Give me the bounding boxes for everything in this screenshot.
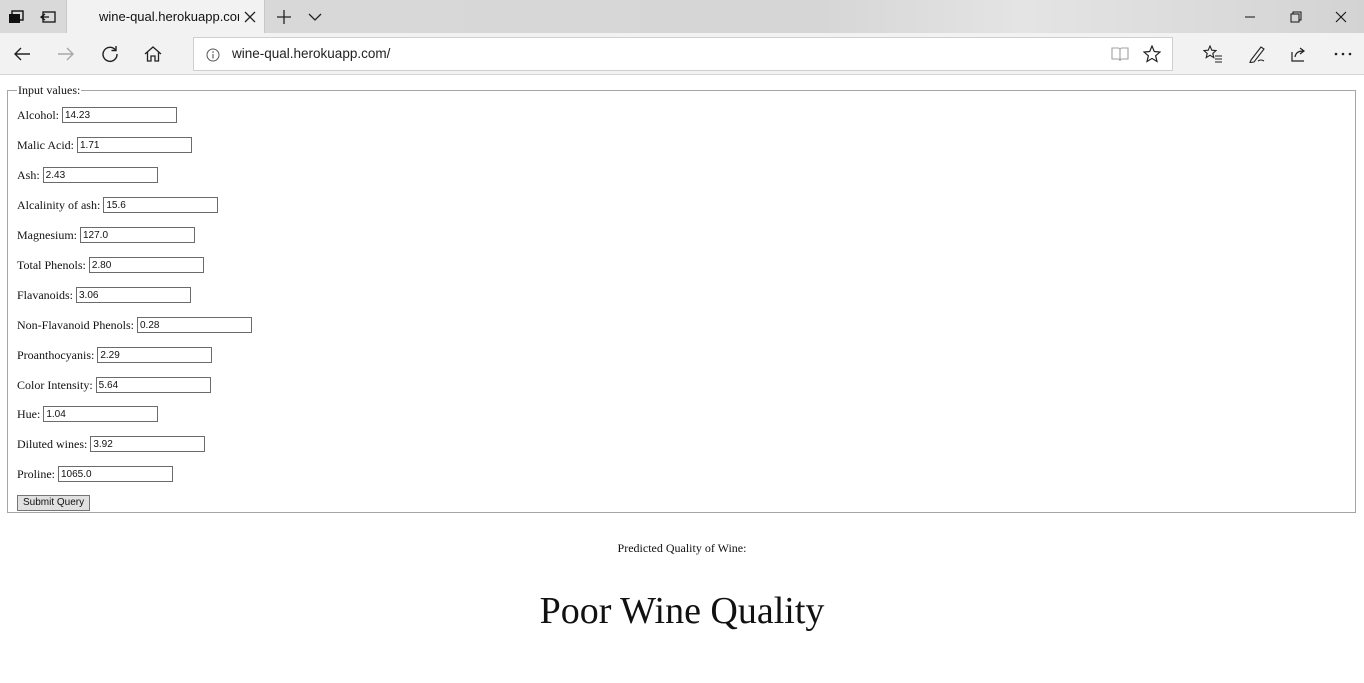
field-magnesium: Magnesium: [17, 227, 195, 243]
field-total-phenols: Total Phenols: [17, 257, 204, 273]
field-label: Magnesium: [17, 227, 77, 242]
set-tabs-aside-icon[interactable] [32, 0, 64, 33]
tab-title: wine-qual.herokuapp.com [99, 9, 239, 24]
field-label: Proline: [17, 466, 55, 481]
field-label: Total Phenols: [17, 257, 86, 272]
field-label: Malic Acid: [17, 137, 74, 152]
refresh-icon[interactable] [93, 37, 127, 71]
book-icon[interactable] [1111, 46, 1129, 66]
field-label: Alcalinity of ash: [17, 197, 101, 212]
field-alcohol: Alcohol: [17, 107, 177, 123]
diluted-wines-input[interactable] [90, 436, 206, 452]
field-proanthocyanis: Proanthocyanis: [17, 347, 213, 363]
malic-acid-input[interactable] [77, 137, 192, 153]
field-color-intensity: Color Intensity: [17, 377, 211, 393]
field-ash: Ash: [17, 167, 158, 183]
proanthocyanis-input[interactable] [97, 347, 213, 363]
field-hue: Hue: [17, 406, 159, 422]
field-label: Non-Flavanoid Phenols: [17, 317, 134, 332]
field-label: Flavanoids: [17, 287, 73, 302]
tab-manager-icon[interactable] [0, 0, 32, 33]
page-content: Input values: Alcohol: Malic Acid: Ash: … [0, 76, 1364, 683]
restore-icon[interactable] [1273, 0, 1319, 33]
field-label: Color Intensity: [17, 377, 93, 392]
home-icon[interactable] [136, 37, 170, 71]
field-diluted-wines: Diluted wines: [17, 436, 206, 452]
alcalinity-of-ash-input[interactable] [103, 197, 219, 213]
prediction-label: Predicted Quality of Wine: [617, 541, 747, 555]
ash-input[interactable] [42, 167, 158, 183]
flavanoids-input[interactable] [76, 287, 191, 303]
field-label: Proanthocyanis: [17, 347, 95, 362]
field-alcalinity-of-ash: Alcalinity of ash: [17, 197, 219, 213]
more-icon[interactable] [1326, 37, 1360, 71]
back-arrow-icon[interactable] [5, 37, 39, 71]
prediction-result: Poor Wine Quality [539, 590, 825, 632]
field-label: Alcohol: [17, 107, 59, 122]
field-label: Hue: [17, 406, 41, 421]
field-malic-acid: Malic Acid: [17, 137, 192, 153]
submit-query-button[interactable]: Submit Query [17, 495, 91, 511]
chevron-down-icon[interactable] [300, 0, 330, 33]
share-icon[interactable] [1282, 37, 1316, 71]
field-flavanoids: Flavanoids: [17, 287, 191, 303]
close-icon[interactable] [243, 9, 257, 23]
minimize-icon[interactable] [1227, 0, 1273, 33]
tab-active[interactable]: wine-qual.herokuapp.com [66, 0, 265, 33]
forward-arrow-icon[interactable] [49, 37, 83, 71]
non-flavanoid-phenols-input[interactable] [137, 317, 252, 333]
close-window-icon[interactable] [1318, 0, 1364, 33]
plus-icon[interactable] [268, 0, 300, 33]
favorites-icon[interactable] [1196, 37, 1230, 71]
field-label: Diluted wines: [17, 436, 88, 451]
input-fieldset: Input values: Alcohol: Malic Acid: Ash: … [7, 84, 1356, 513]
color-intensity-input[interactable] [95, 377, 211, 393]
magnesium-input[interactable] [80, 227, 195, 243]
fieldset-legend: Input values: [18, 83, 81, 97]
field-label: Ash: [17, 167, 40, 182]
address-bar[interactable]: wine-qual.herokuapp.com/ [193, 37, 1173, 71]
browser-toolbar: wine-qual.herokuapp.com/ [0, 33, 1364, 75]
browser-title-bar: wine-qual.herokuapp.com [0, 0, 1364, 33]
star-icon[interactable] [1142, 44, 1162, 67]
alcohol-input[interactable] [62, 107, 177, 123]
total-phenols-input[interactable] [88, 257, 204, 273]
info-icon[interactable] [206, 47, 220, 66]
field-proline: Proline: [17, 466, 173, 482]
hue-input[interactable] [43, 406, 159, 422]
pen-icon[interactable] [1240, 37, 1274, 71]
url-text[interactable]: wine-qual.herokuapp.com/ [232, 46, 390, 61]
field-non-flavanoid-phenols: Non-Flavanoid Phenols: [17, 317, 252, 333]
proline-input[interactable] [58, 466, 173, 482]
